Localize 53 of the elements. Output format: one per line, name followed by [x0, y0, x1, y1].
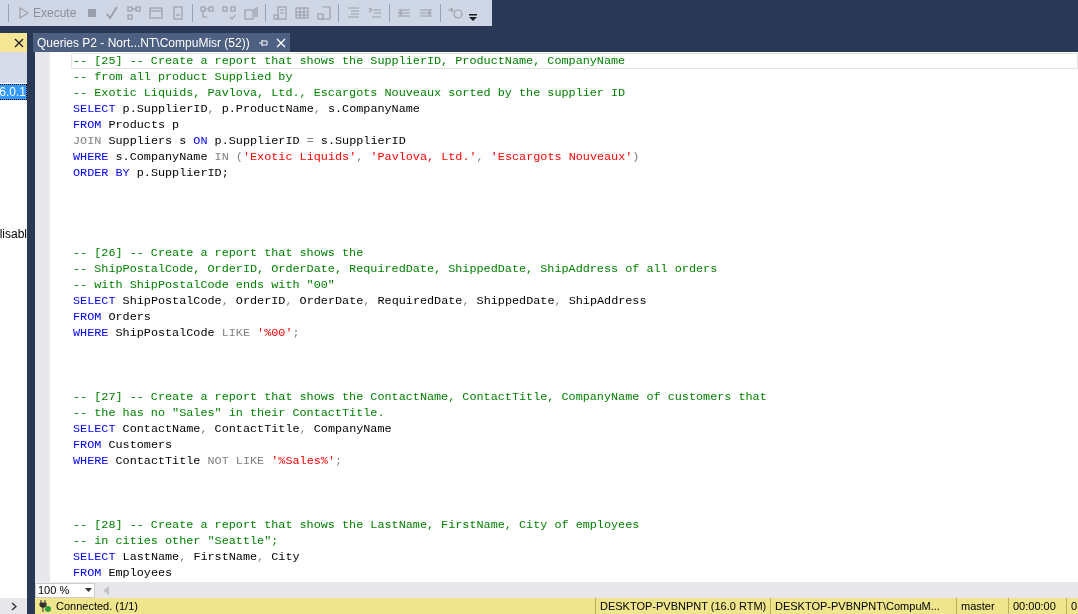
code-line: WHERE s.CompanyName IN ('Exotic Liquids', 'Pavlova, Ltd.', 'Escargots Nouveaux') [73, 150, 640, 164]
code-line: WHERE ContactTitle NOT LIKE '%Sales%'; [73, 454, 343, 468]
code-line: ORDER BY p.SupplierID; [73, 166, 229, 180]
code-line: -- [28] -- Create a report that shows the LastName, FirstName, City of employees [73, 518, 640, 532]
status-item: DESKTOP-PVBNPNT\CompuM... [770, 597, 956, 614]
close-icon[interactable] [14, 37, 24, 48]
plug-icon [38, 599, 52, 613]
status-item: 00:00:00 [1008, 597, 1066, 614]
overflow-icon[interactable] [469, 13, 478, 21]
code-line: FROM Products p [73, 118, 180, 132]
stop-icon[interactable] [86, 7, 99, 19]
code-line: SELECT LastName, FirstName, City [73, 550, 300, 564]
scroll-left-icon[interactable] [103, 585, 109, 595]
code-line: -- [26] -- Create a report that shows the [73, 246, 364, 260]
diagram-icon[interactable] [199, 5, 216, 21]
parameter-icon[interactable] [447, 5, 464, 21]
caret-icon [85, 588, 92, 592]
code-line: WHERE ShipPostalCode LIKE '%00'; [73, 326, 300, 340]
diagram-icon[interactable] [126, 5, 143, 21]
code-line: FROM Orders [73, 310, 151, 324]
code-line: -- ShipPostalCode, OrderID, OrderDate, RequiredDate, ShippedDate, ShipAddress of all orders [73, 262, 718, 276]
panel-tab[interactable] [0, 33, 27, 52]
pin-icon[interactable] [257, 37, 268, 48]
code-line: FROM Customers [73, 438, 173, 452]
code-line: -- the has no "Sales" in their ContactTitle. [73, 406, 385, 420]
zoom-dropdown[interactable]: 100 % [35, 582, 95, 598]
grid-icon[interactable] [294, 5, 311, 21]
chevron-icon[interactable] [10, 601, 17, 611]
status-item: DESKTOP-PVBNPNT (16.0 RTM) [595, 597, 770, 614]
panel-header [0, 52, 27, 83]
diagram-icon[interactable] [221, 5, 238, 21]
code-line: SELECT p.SupplierID, p.ProductName, s.CompanyName [73, 102, 420, 116]
code-line: SELECT ShipPostalCode, OrderID, OrderDate, RequiredDate, ShippedDate, ShipAddress [73, 294, 647, 308]
status-item: master [956, 597, 1008, 614]
code-line: -- Exotic Liquids, Pavlova, Ltd., Escargots Nouveaux sorted by the supplier ID [73, 86, 626, 100]
tree-item[interactable]: lisabl [0, 227, 27, 243]
indent-icon[interactable] [345, 5, 362, 21]
connection-status: Connected. (1/1) [56, 598, 138, 614]
play-icon [19, 7, 29, 19]
code-line: SELECT ContactName, ContactTitle, CompanyName [73, 422, 392, 436]
code-line: -- with ShipPostalCode ends with "00" [73, 278, 335, 292]
code-line: -- [27] -- Create a report that shows the ContactName, ContactTitle, CompanyName of customers that [73, 390, 767, 404]
outdent-icon[interactable] [367, 5, 384, 21]
document-tab[interactable]: Queries P2 - Nort...NT\CompuMisr (52)) [33, 33, 290, 52]
code-line: -- from all product Supplied by [73, 70, 293, 84]
code-line: FROM Employees [73, 566, 173, 580]
chart-icon[interactable] [243, 5, 260, 21]
check-icon[interactable] [104, 5, 121, 21]
window-icon[interactable] [148, 5, 165, 21]
code-line: -- in cities other "Seattle"; [73, 534, 279, 548]
code-line: JOIN Suppliers s ON p.SupplierID = s.SupplierID [73, 134, 406, 148]
status-item: 0 [1066, 597, 1078, 614]
code-line: -- [25] -- Create a report that shows the SupplierID, ProductName, CompanyName [73, 54, 626, 68]
